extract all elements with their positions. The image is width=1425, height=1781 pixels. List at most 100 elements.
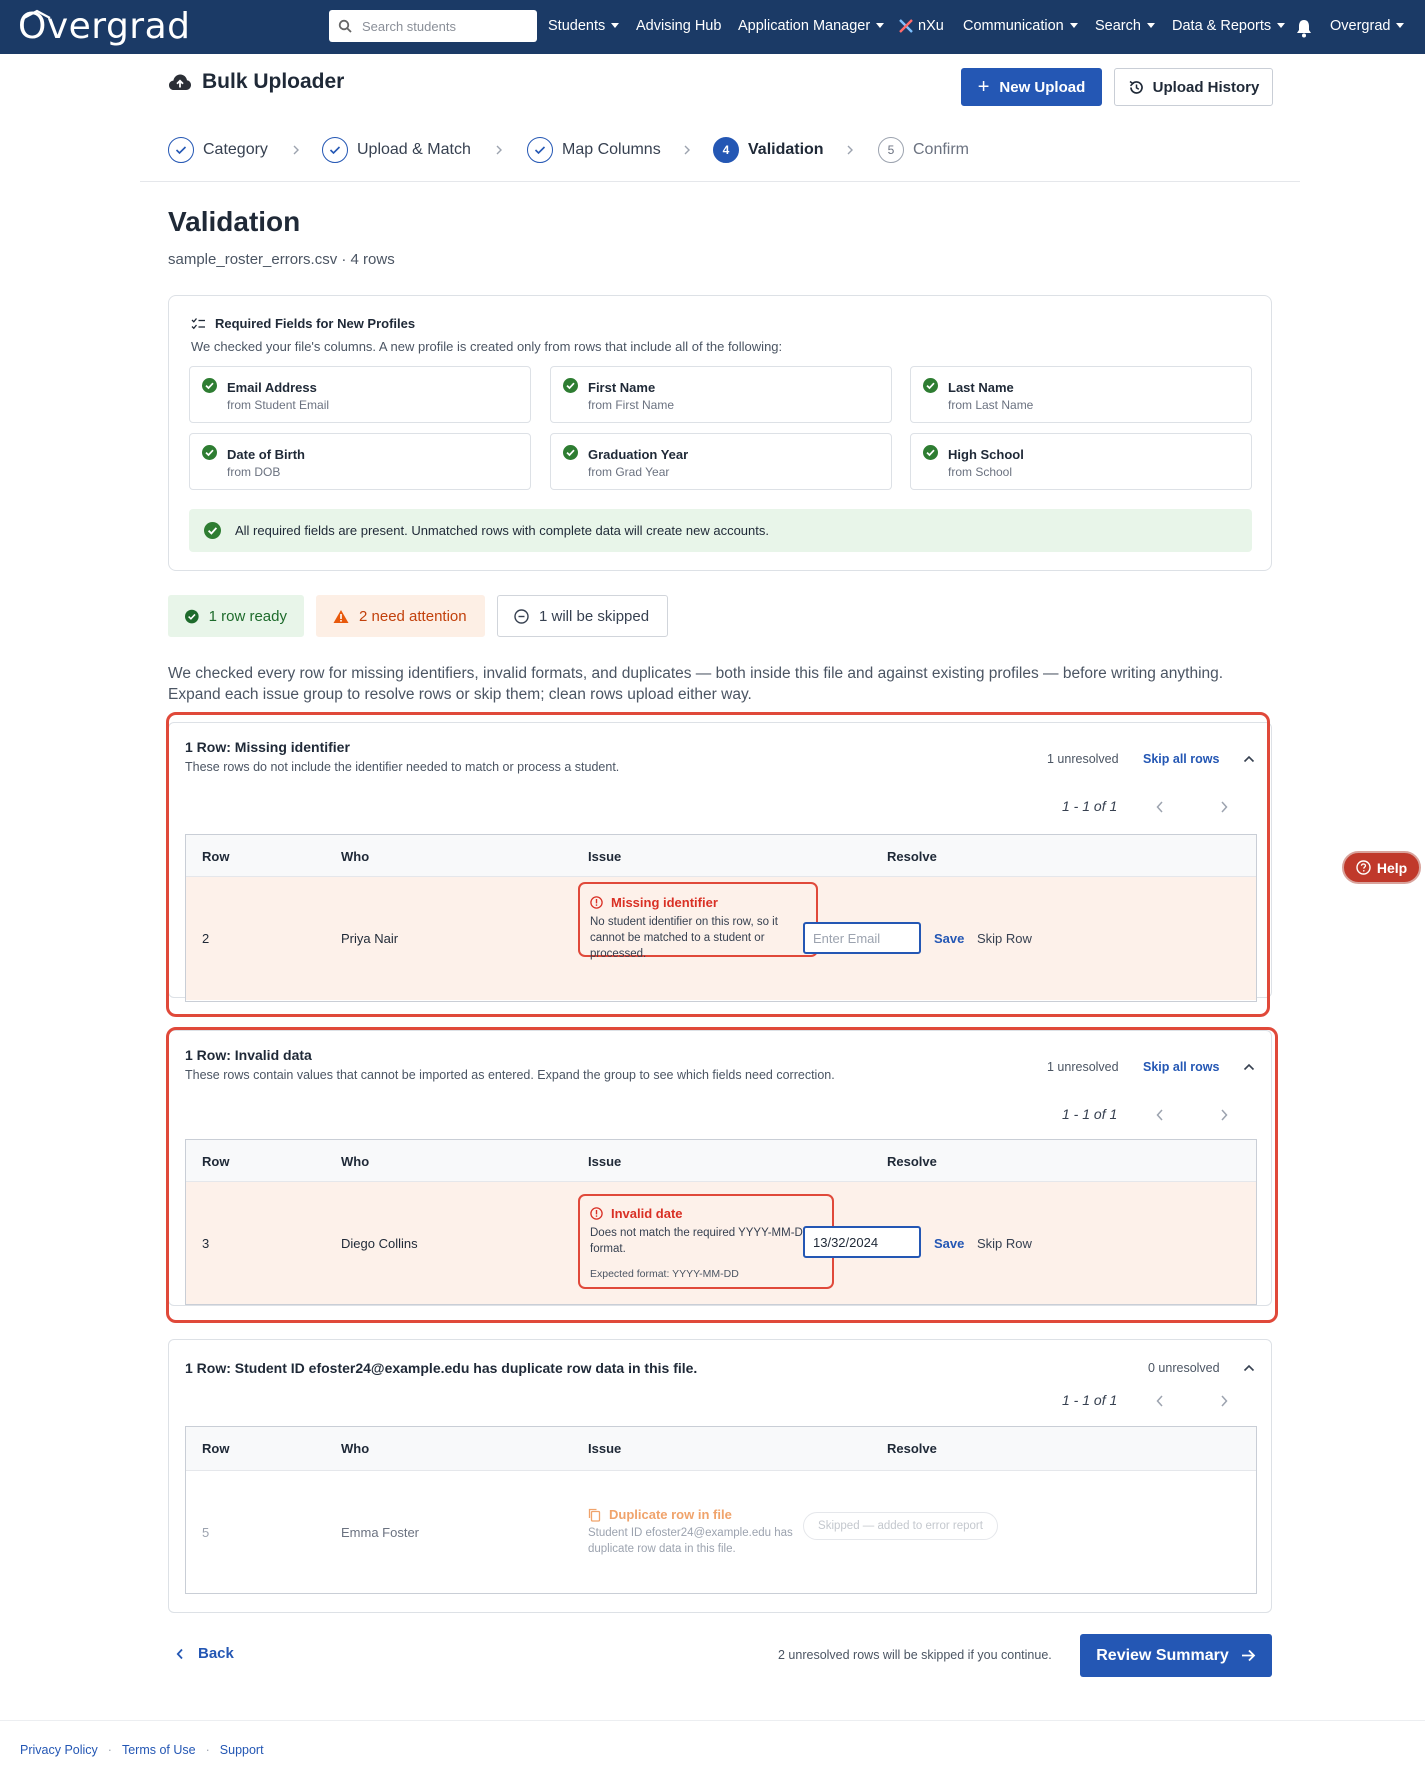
nav-students[interactable]: Students [548, 18, 620, 34]
required-field-email: Email Address from Student Email [189, 366, 531, 423]
date-field[interactable] [803, 1226, 921, 1258]
group-title: 1 Row: Invalid data [185, 1047, 312, 1063]
issue-title: Missing identifier [590, 895, 718, 910]
chevron-down-icon [1146, 22, 1155, 28]
row-number: 2 [202, 931, 210, 946]
field-name: Date of Birth [227, 447, 305, 462]
rows-attention-badge[interactable]: 2 need attention [316, 595, 485, 637]
group-title: 1 Row: Student ID efoster24@example.edu … [185, 1360, 698, 1376]
nav-data-reports[interactable]: Data & Reports [1172, 18, 1286, 34]
required-field-grad-year: Graduation Year from Grad Year [550, 433, 892, 490]
chevron-right-icon[interactable] [1219, 800, 1229, 814]
issue-group-duplicate: 1 Row: Student ID efoster24@example.edu … [168, 1339, 1272, 1613]
student-search[interactable] [329, 10, 537, 42]
nav-nxu-label: nXu [918, 18, 944, 34]
plus-icon: + [977, 76, 990, 98]
back-button[interactable]: Back [176, 1645, 234, 1662]
required-fields-title: Required Fields for New Profiles [215, 316, 416, 331]
section-title: Validation [168, 206, 301, 237]
nav-application-manager[interactable]: Application Manager [738, 18, 885, 34]
nav-search[interactable]: Search [1095, 18, 1155, 34]
required-field-high-school: High School from School [910, 433, 1252, 490]
step-map-columns-label: Map Columns [562, 141, 661, 158]
nav-communication[interactable]: Communication [963, 18, 1078, 34]
field-source: from Last Name [948, 398, 1034, 412]
check-circle-icon [202, 445, 217, 460]
check-circle-icon [923, 378, 938, 393]
step-upload-match[interactable]: Upload & Match [322, 137, 471, 163]
terms-of-use-link[interactable]: Terms of Use [122, 1743, 196, 1757]
help-button[interactable]: Help [1342, 851, 1421, 884]
step-validation[interactable]: 4 Validation [713, 137, 824, 163]
user-menu[interactable]: Overgrad [1330, 18, 1405, 34]
support-link[interactable]: Support [220, 1743, 264, 1757]
nav-advising-hub[interactable]: Advising Hub [636, 18, 721, 34]
col-resolve: Resolve [887, 849, 937, 864]
email-field[interactable] [803, 922, 921, 954]
step-confirm[interactable]: 5 Confirm [878, 137, 969, 163]
pagination-label: 1 - 1 of 1 [1062, 1392, 1118, 1408]
chevron-left-icon[interactable] [1155, 1394, 1165, 1408]
search-input[interactable] [362, 18, 522, 34]
chevron-right-icon[interactable] [1219, 1394, 1229, 1408]
skipped-status-badge: Skipped — added to error report [803, 1512, 998, 1540]
unresolved-note: 2 unresolved rows will be skipped if you… [778, 1648, 1052, 1662]
chevron-up-icon[interactable] [1242, 1060, 1256, 1074]
question-circle-icon [1356, 860, 1371, 875]
file-info: sample_roster_errors.csv · 4 rows [168, 251, 395, 268]
pagination-label: 1 - 1 of 1 [1062, 1106, 1118, 1122]
rows-ready-label: 1 row ready [208, 607, 287, 625]
rows-attention-label: 2 need attention [359, 607, 467, 625]
issue-table: Row Who Issue Resolve 2 Priya Nair Missi… [185, 834, 1257, 1002]
check-icon [322, 137, 348, 163]
nav-data-reports-label: Data & Reports [1172, 18, 1272, 34]
skip-row-button[interactable]: Skip Row [977, 931, 1032, 946]
group-subtitle: These rows do not include the identifier… [185, 760, 620, 774]
skip-all-rows-button[interactable]: Skip all rows [1143, 752, 1219, 766]
chevron-down-icon [1396, 22, 1405, 28]
brand-logo[interactable]: Overgrad [18, 6, 190, 47]
chevron-right-icon [847, 145, 853, 155]
skip-all-rows-button[interactable]: Skip all rows [1143, 1060, 1219, 1074]
privacy-policy-link[interactable]: Privacy Policy [20, 1743, 98, 1757]
help-label: Help [1376, 859, 1408, 876]
expected-format: Expected format: YYYY-MM-DD [590, 1268, 739, 1280]
required-fields-banner: All required fields are present. Unmatch… [189, 509, 1252, 552]
table-row: 3 Diego Collins Invalid date Does not ma… [186, 1182, 1256, 1304]
required-fields-description: We checked your file's columns. A new pr… [191, 339, 783, 354]
chevron-up-icon[interactable] [1242, 752, 1256, 766]
step-number: 5 [878, 137, 904, 163]
chevron-right-icon [293, 145, 299, 155]
chevron-right-icon [496, 145, 502, 155]
chevron-left-icon[interactable] [1155, 800, 1165, 814]
col-issue: Issue [588, 849, 622, 864]
banner-text: All required fields are present. Unmatch… [235, 523, 769, 538]
issue-title: Invalid date [590, 1206, 683, 1221]
bell-icon[interactable] [1295, 18, 1313, 38]
save-button[interactable]: Save [934, 1236, 964, 1251]
nav-nxu[interactable]: nXu [898, 18, 944, 34]
skip-row-button[interactable]: Skip Row [977, 1236, 1032, 1251]
unresolved-count: 1 unresolved [1047, 1060, 1119, 1074]
issue-title: Duplicate row in file [588, 1507, 732, 1522]
required-fields-card: Required Fields for New Profiles We chec… [168, 295, 1272, 571]
issue-description: Does not match the required YYYY-MM-DD f… [590, 1227, 812, 1255]
step-category[interactable]: Category [168, 137, 268, 163]
issue-cell: Missing identifier No student identifier… [578, 882, 818, 960]
upload-history-button[interactable]: Upload History [1114, 68, 1273, 106]
rows-ready-badge[interactable]: 1 row ready [168, 595, 304, 637]
save-button[interactable]: Save [934, 931, 964, 946]
new-upload-button[interactable]: + New Upload [961, 68, 1102, 106]
review-summary-button[interactable]: Review Summary [1080, 1634, 1272, 1677]
table-header: Row Who Issue Resolve [186, 1427, 1256, 1471]
chevron-up-icon[interactable] [1242, 1361, 1256, 1375]
chevron-right-icon[interactable] [1219, 1108, 1229, 1122]
warning-icon [333, 609, 349, 623]
footer-divider [0, 1720, 1425, 1721]
rows-skipped-badge[interactable]: 1 will be skipped [497, 595, 668, 637]
chevron-left-icon[interactable] [1155, 1108, 1165, 1122]
step-map-columns[interactable]: Map Columns [527, 137, 661, 163]
chevron-down-icon [876, 22, 885, 28]
issue-group-missing-identifier: 1 Row: Missing identifier These rows do … [168, 722, 1272, 1002]
table-row: 5 Emma Foster Duplicate row in file Stud… [186, 1471, 1256, 1593]
